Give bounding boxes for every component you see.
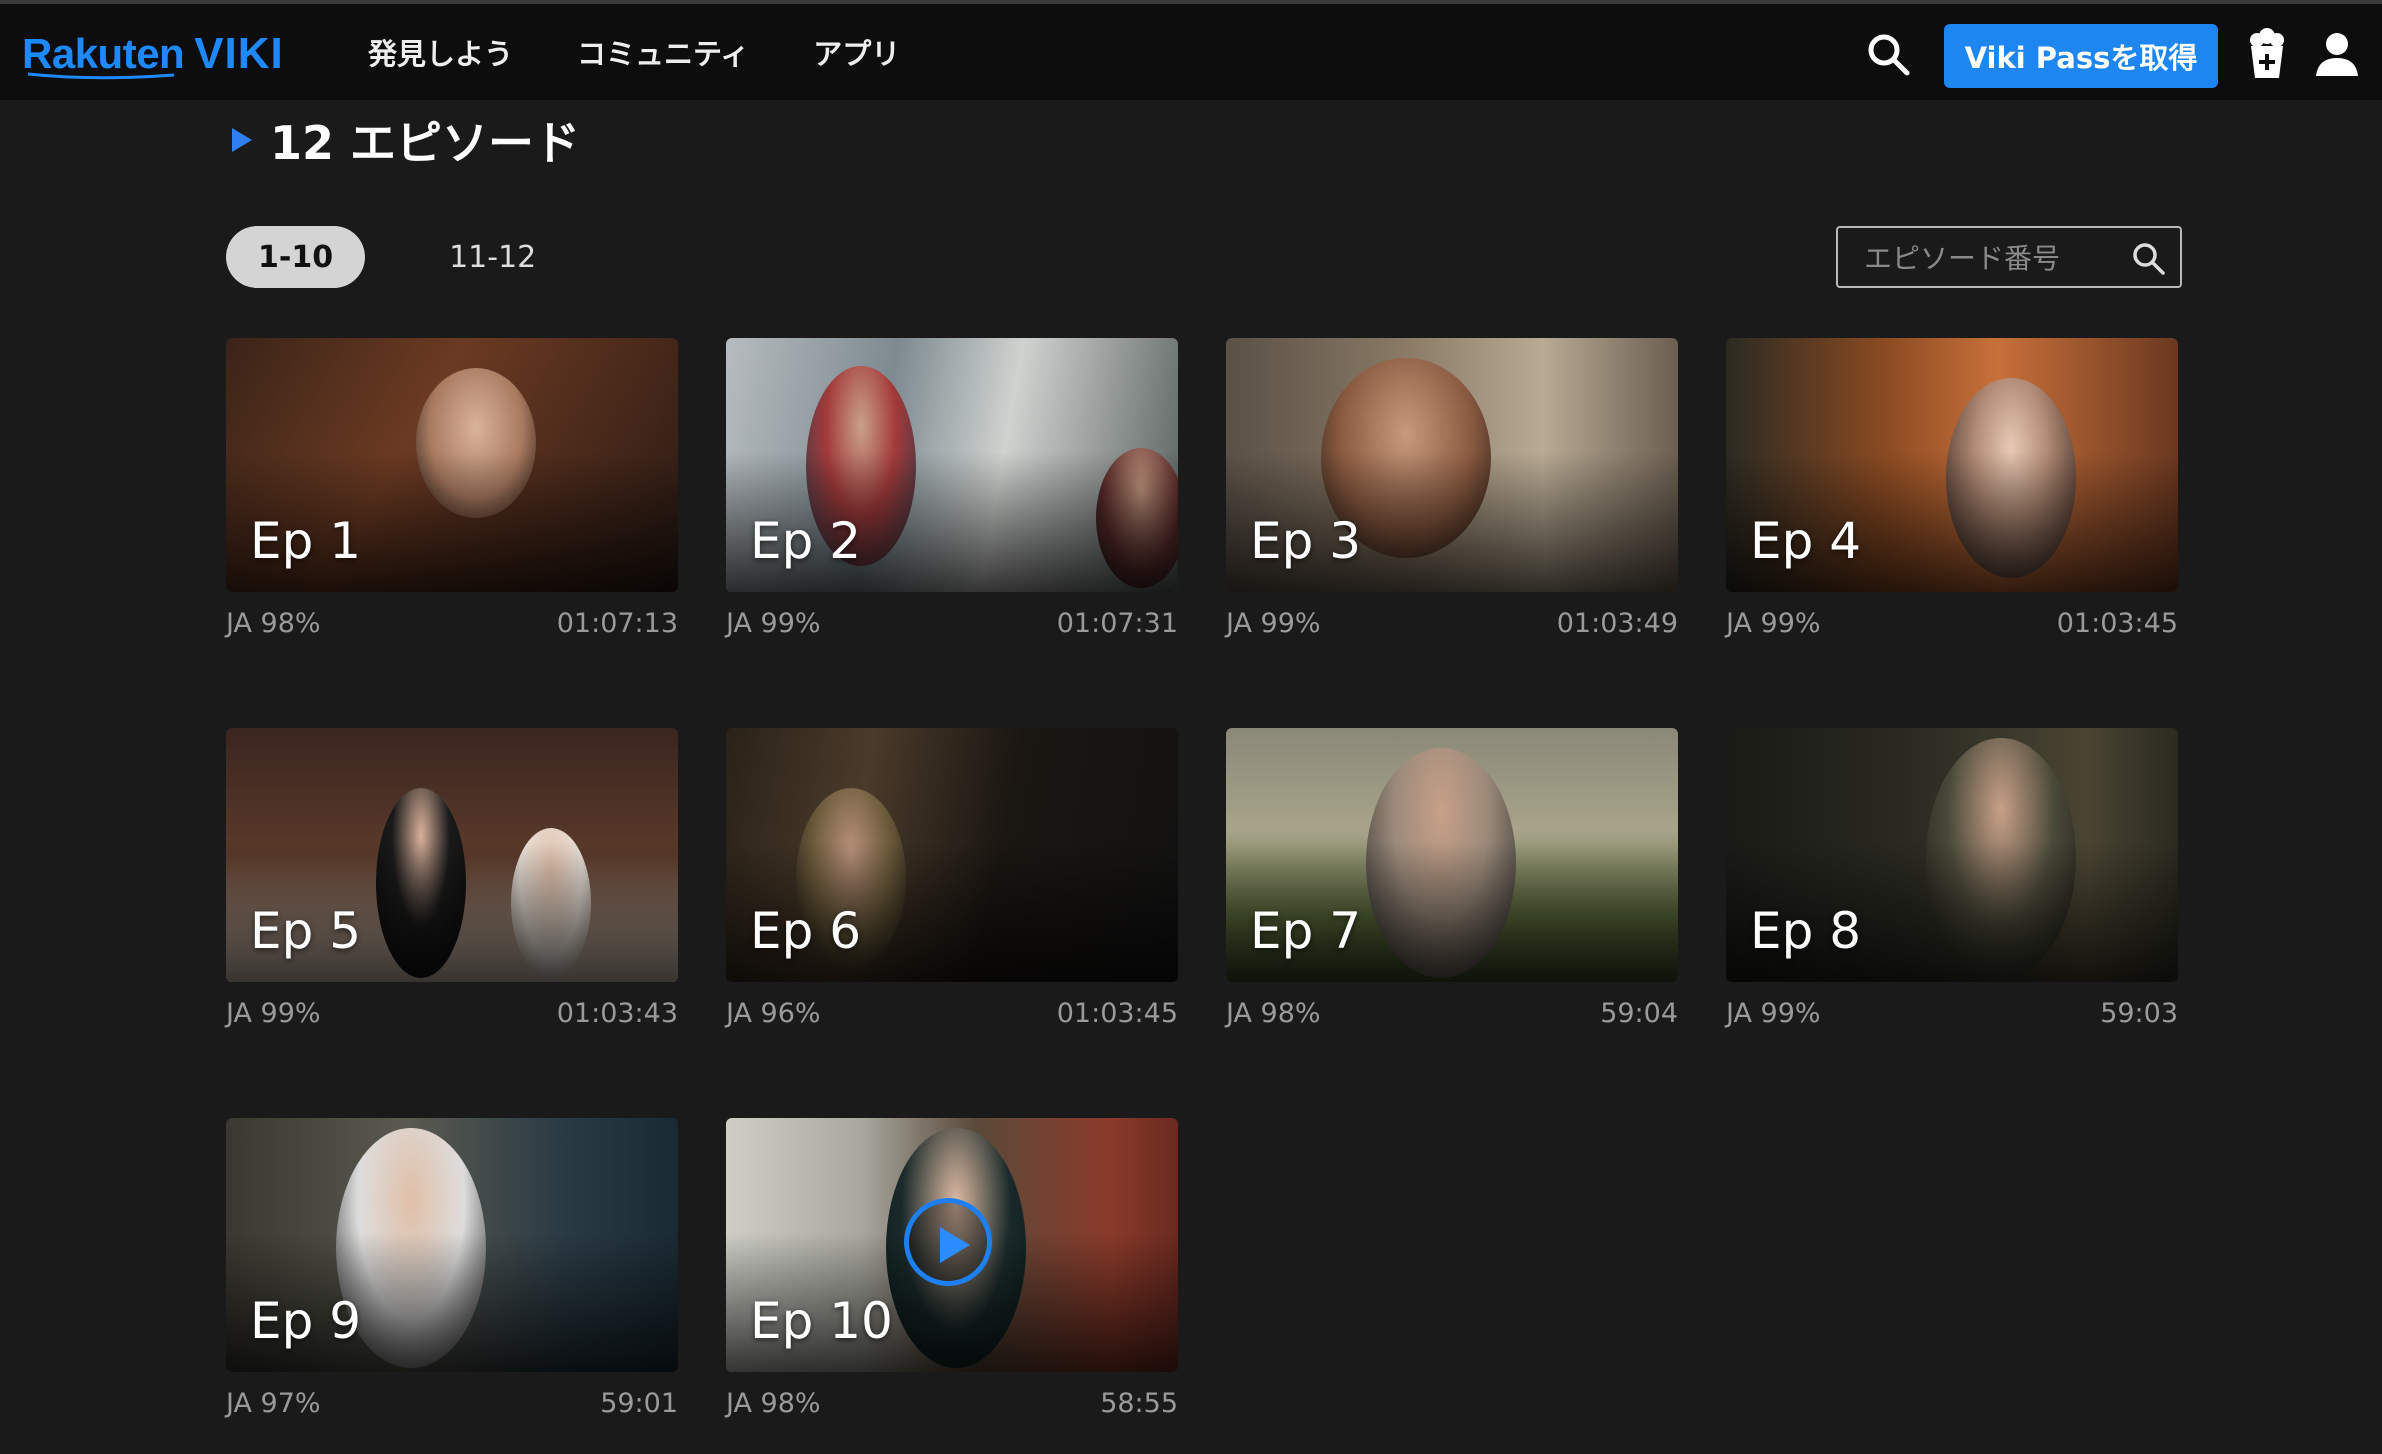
- subtitle-completion: JA 99%: [726, 608, 821, 639]
- tab-range-1-10[interactable]: 1-10: [226, 226, 366, 288]
- logo-rakuten-text: Rakuten: [22, 30, 185, 77]
- tab-range-11-12[interactable]: 11-12: [429, 226, 556, 288]
- subtitle-completion: JA 98%: [1226, 998, 1321, 1029]
- episode-duration: 59:04: [1600, 998, 1678, 1029]
- popcorn-icon[interactable]: [2245, 26, 2289, 82]
- episode-meta: JA 99% 01:03:45: [1726, 608, 2178, 639]
- episode-number-label: Ep 4: [1750, 512, 1862, 570]
- episode-thumbnail[interactable]: Ep 8: [1726, 728, 2178, 982]
- subtitle-completion: JA 98%: [726, 1388, 821, 1419]
- episode-duration: 59:03: [2100, 998, 2178, 1029]
- main-nav: 発見しよう コミュニティ アプリ: [368, 32, 900, 76]
- episode-thumbnail[interactable]: Ep 1: [226, 338, 678, 592]
- expand-triangle-icon: [232, 128, 252, 152]
- episode-duration: 01:03:45: [2056, 608, 2178, 639]
- episode-thumbnail[interactable]: Ep 10: [726, 1118, 1178, 1372]
- episode-duration: 01:07:13: [556, 608, 678, 639]
- episodes-count-title: 12 エピソード: [270, 116, 581, 170]
- episode-card[interactable]: Ep 7 JA 98% 59:04: [1226, 728, 1678, 1058]
- episode-card[interactable]: Ep 8 JA 99% 59:03: [1726, 728, 2178, 1058]
- episode-thumbnail[interactable]: Ep 2: [726, 338, 1178, 592]
- subtitle-completion: JA 99%: [226, 998, 321, 1029]
- episode-duration: 01:03:43: [556, 998, 678, 1029]
- episode-thumbnail[interactable]: Ep 9: [226, 1118, 678, 1372]
- get-viki-pass-button[interactable]: Viki Passを取得: [1944, 24, 2218, 88]
- episode-number-label: Ep 2: [750, 512, 862, 570]
- episode-meta: JA 99% 01:03:49: [1226, 608, 1678, 639]
- episode-meta: JA 98% 59:04: [1226, 998, 1678, 1029]
- episode-duration: 01:03:45: [1056, 998, 1178, 1029]
- nav-item-discover[interactable]: 発見しよう: [368, 32, 513, 76]
- subtitle-completion: JA 99%: [1726, 998, 1821, 1029]
- top-navigation-bar: Rakuten VIKI 発見しよう コミュニティ アプリ Viki Passを…: [0, 0, 2382, 100]
- episode-duration: 01:03:49: [1556, 608, 1678, 639]
- play-button[interactable]: [904, 1198, 992, 1286]
- subtitle-completion: JA 99%: [1226, 608, 1321, 639]
- episode-number-label: Ep 7: [1250, 902, 1362, 960]
- episode-meta: JA 99% 01:03:43: [226, 998, 678, 1029]
- search-icon[interactable]: [1864, 30, 1912, 78]
- episode-card[interactable]: Ep 1 JA 98% 01:07:13: [226, 338, 678, 668]
- episode-meta: JA 98% 01:07:13: [226, 608, 678, 639]
- episode-range-tabs: 1-10 11-12: [226, 226, 556, 288]
- episode-card[interactable]: Ep 6 JA 96% 01:03:45: [726, 728, 1178, 1058]
- play-icon: [940, 1227, 970, 1263]
- episode-meta: JA 98% 58:55: [726, 1388, 1178, 1419]
- nav-item-apps[interactable]: アプリ: [813, 32, 900, 76]
- nav-item-community[interactable]: コミュニティ: [577, 32, 749, 76]
- subtitle-completion: JA 99%: [1726, 608, 1821, 639]
- episode-number-label: Ep 8: [1750, 902, 1862, 960]
- episode-number-label: Ep 3: [1250, 512, 1362, 570]
- logo-viki-text: VIKI: [194, 29, 284, 78]
- subtitle-completion: JA 97%: [226, 1388, 321, 1419]
- episode-number-input[interactable]: [1862, 228, 2126, 288]
- episode-number-label: Ep 5: [250, 902, 362, 960]
- episode-thumbnail[interactable]: Ep 6: [726, 728, 1178, 982]
- subtitle-completion: JA 96%: [726, 998, 821, 1029]
- rakuten-viki-logo[interactable]: Rakuten VIKI: [22, 22, 284, 86]
- episode-number-label: Ep 6: [750, 902, 862, 960]
- episode-card[interactable]: Ep 3 JA 99% 01:03:49: [1226, 338, 1678, 668]
- episode-meta: JA 99% 01:07:31: [726, 608, 1178, 639]
- logo-swoosh-icon: [27, 72, 175, 80]
- episode-number-label: Ep 1: [250, 512, 362, 570]
- episode-meta: JA 99% 59:03: [1726, 998, 2178, 1029]
- episode-meta: JA 97% 59:01: [226, 1388, 678, 1419]
- episode-card[interactable]: Ep 4 JA 99% 01:03:45: [1726, 338, 2178, 668]
- episode-duration: 01:07:31: [1056, 608, 1178, 639]
- user-profile-icon[interactable]: [2314, 30, 2360, 78]
- episode-duration: 58:55: [1100, 1388, 1178, 1419]
- episode-meta: JA 96% 01:03:45: [726, 998, 1178, 1029]
- episode-card[interactable]: Ep 9 JA 97% 59:01: [226, 1118, 678, 1448]
- episodes-heading[interactable]: 12 エピソード: [232, 108, 580, 172]
- episode-thumbnail[interactable]: Ep 7: [1226, 728, 1678, 982]
- episode-number-label: Ep 10: [750, 1292, 893, 1350]
- episode-search-box: [1836, 226, 2182, 288]
- episode-thumbnail[interactable]: Ep 4: [1726, 338, 2178, 592]
- episode-thumbnail[interactable]: Ep 3: [1226, 338, 1678, 592]
- subtitle-completion: JA 98%: [226, 608, 321, 639]
- episode-card[interactable]: Ep 10 JA 98% 58:55: [726, 1118, 1178, 1448]
- search-icon[interactable]: [2130, 240, 2166, 276]
- episode-card[interactable]: Ep 5 JA 99% 01:03:43: [226, 728, 678, 1058]
- episode-thumbnail[interactable]: Ep 5: [226, 728, 678, 982]
- episode-duration: 59:01: [600, 1388, 678, 1419]
- episode-card[interactable]: Ep 2 JA 99% 01:07:31: [726, 338, 1178, 668]
- episode-number-label: Ep 9: [250, 1292, 362, 1350]
